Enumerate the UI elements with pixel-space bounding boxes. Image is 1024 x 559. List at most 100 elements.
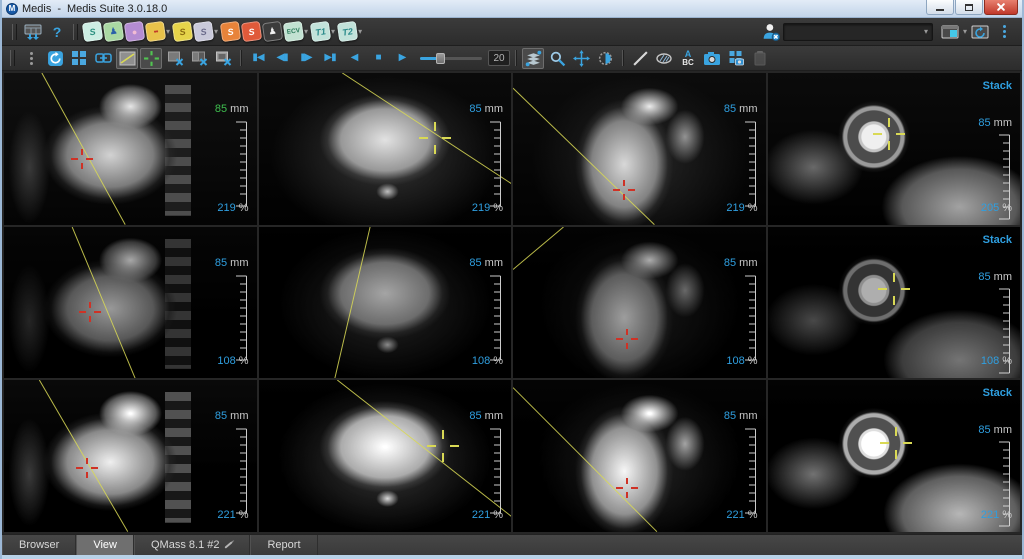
app-launcher[interactable]: S ▾ <box>194 22 219 41</box>
viewport-cell[interactable]: 85mm 219% <box>259 73 512 225</box>
snapshot-button[interactable] <box>701 48 723 69</box>
paste-button[interactable] <box>749 48 771 69</box>
zoom-button[interactable] <box>546 48 568 69</box>
viewport-cell[interactable]: 85mm 219% <box>513 73 766 225</box>
scale-label: 85mm <box>215 257 249 269</box>
close-all-button[interactable] <box>212 48 234 69</box>
chevron-down-icon[interactable]: ▾ <box>304 27 308 36</box>
main-toolbar: ? S ♟ ● ●● ▾ S S ▾ S S ♟ ECV ▾ T1 ▾ T2 ▾ <box>2 18 1022 46</box>
ellipse-roi-button[interactable] <box>653 48 675 69</box>
viewport-layout-icon <box>941 24 959 40</box>
app-launcher[interactable]: ●● ▾ <box>146 22 171 41</box>
frame-rate-value[interactable]: 20 <box>488 50 510 66</box>
app-launcher[interactable]: S <box>83 22 102 41</box>
tab-view[interactable]: View <box>76 535 134 555</box>
scale-ruler-icon <box>743 120 759 208</box>
step-back-button[interactable]: ◀▮ <box>271 48 293 69</box>
first-frame-button[interactable]: ▮◀ <box>247 48 269 69</box>
viewport-cell[interactable]: 85mm 221% <box>513 380 766 532</box>
pan-icon <box>573 50 590 67</box>
app-launcher[interactable]: ♟ <box>104 22 123 41</box>
close-view-button[interactable] <box>164 48 186 69</box>
overflow-menu-icon <box>1000 25 1009 38</box>
viewport-cell[interactable]: Stack 85mm 205% <box>768 73 1021 225</box>
chevron-down-icon[interactable]: ▾ <box>331 27 335 36</box>
ruler-button[interactable] <box>629 48 651 69</box>
layout-grid-button[interactable] <box>68 48 90 69</box>
reference-line <box>513 227 564 269</box>
step-forward-button[interactable]: ▮▶ <box>295 48 317 69</box>
app-launcher[interactable]: S <box>242 22 261 41</box>
toolbar-grip[interactable] <box>73 24 78 40</box>
scale-unit: mm <box>739 257 757 269</box>
last-frame-button[interactable]: ▶▮ <box>319 48 341 69</box>
minimize-button[interactable] <box>926 0 954 15</box>
step-forward-icon: ▮▶ <box>300 53 311 63</box>
crosshair-button[interactable] <box>140 48 162 69</box>
play-reverse-button[interactable]: ◀ <box>343 48 365 69</box>
text-annotation-button[interactable]: A BC <box>677 48 699 69</box>
app-launcher[interactable]: T2 ▾ <box>338 22 363 41</box>
tab-qmass[interactable]: QMass 8.1 #2 <box>134 535 250 555</box>
scale-label: 85mm <box>469 257 503 269</box>
toolbar-grip[interactable] <box>12 24 17 40</box>
link-views-button[interactable] <box>92 48 114 69</box>
pan-button[interactable] <box>570 48 592 69</box>
app-launcher[interactable]: S <box>173 22 192 41</box>
window-level-button[interactable] <box>594 48 616 69</box>
chevron-down-icon[interactable]: ▾ <box>214 27 218 36</box>
app-launcher[interactable]: T1 ▾ <box>311 22 336 41</box>
close-series-button[interactable] <box>188 48 210 69</box>
tab-label: QMass 8.1 #2 <box>151 539 219 551</box>
app-icon-glyph: ●● <box>153 28 158 35</box>
app-launcher[interactable]: S <box>221 22 240 41</box>
app-icon: S <box>193 21 214 42</box>
zoom-unit: % <box>1002 355 1012 367</box>
zoom-percent-label: 108% <box>472 355 503 367</box>
frame-rate-slider[interactable] <box>420 57 482 60</box>
play-button[interactable]: ▶ <box>391 48 413 69</box>
reset-layout-button[interactable] <box>969 21 991 42</box>
chevron-down-icon[interactable]: ▾ <box>166 27 170 36</box>
link-views-icon <box>95 50 112 66</box>
stack-browse-button[interactable] <box>522 48 544 69</box>
slider-handle[interactable] <box>436 53 445 64</box>
patient-remove-button[interactable] <box>760 21 782 42</box>
viewport-layout-button[interactable] <box>939 21 961 42</box>
app-icon: S <box>220 21 241 42</box>
close-button[interactable] <box>984 0 1018 15</box>
layout-snapshot-button[interactable] <box>725 48 747 69</box>
scale-unit: mm <box>485 103 503 115</box>
viewport-cell[interactable]: 85mm 108% <box>4 227 257 379</box>
app-launcher[interactable]: ♟ <box>263 22 282 41</box>
viewport-cell[interactable]: 85mm 108% <box>259 227 512 379</box>
reset-view-button[interactable] <box>44 48 66 69</box>
window-title-app: Medis <box>22 3 51 15</box>
help-button[interactable]: ? <box>46 21 68 42</box>
scale-ruler-icon <box>488 120 504 208</box>
app-launcher[interactable]: ECV ▾ <box>284 22 309 41</box>
viewport-cell[interactable]: 85mm 219% <box>4 73 257 225</box>
viewport-cell[interactable]: 85mm 108% <box>513 227 766 379</box>
view-menu-button[interactable] <box>20 48 42 69</box>
tab-report[interactable]: Report <box>250 535 317 555</box>
maximize-button[interactable] <box>955 0 983 15</box>
reference-lines-button[interactable] <box>116 48 138 69</box>
viewport-cell[interactable]: 85mm 221% <box>259 380 512 532</box>
viewport-cell[interactable]: Stack 85mm 221% <box>768 380 1021 532</box>
stop-button[interactable]: ■ <box>367 48 389 69</box>
viewport-cell[interactable]: Stack 85mm 108% <box>768 227 1021 379</box>
patient-combobox[interactable]: ▾ <box>783 23 933 41</box>
app-launcher[interactable]: ● <box>125 22 144 41</box>
load-study-button[interactable] <box>22 21 44 42</box>
toolbar-grip[interactable] <box>10 50 15 66</box>
reset-layout-icon <box>971 24 989 40</box>
scale-value: 85 <box>978 424 990 436</box>
tab-browser[interactable]: Browser <box>2 535 76 555</box>
text-annotation-icon: A BC <box>682 50 694 67</box>
viewport-cell[interactable]: 85mm 221% <box>4 380 257 532</box>
toolbar-overflow-button[interactable] <box>993 21 1015 42</box>
chevron-down-icon[interactable]: ▾ <box>963 27 967 36</box>
reference-line <box>342 73 511 184</box>
chevron-down-icon[interactable]: ▾ <box>358 27 362 36</box>
